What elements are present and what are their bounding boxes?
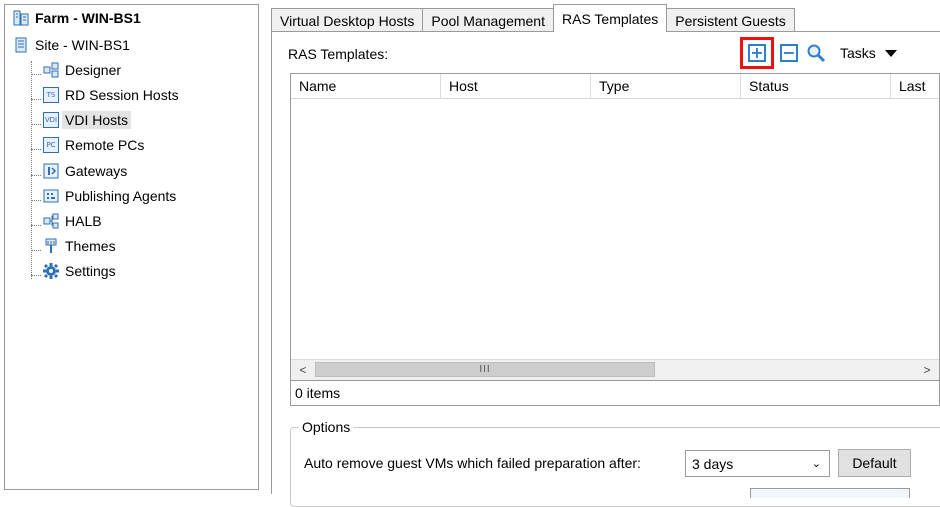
tree-item-label: Farm - WIN-BS1 [35,10,141,26]
chevron-down-icon [884,49,897,57]
vdi-icon: VDI [43,112,59,128]
tab-strip: Virtual Desktop Hosts Pool Management RA… [271,4,795,32]
themes-icon [43,238,59,254]
options-title: Options [299,419,354,435]
search-icon[interactable] [806,43,826,63]
partial-button[interactable] [750,488,910,498]
site-icon [13,37,29,53]
halb-icon [43,213,59,229]
publishing-agent-icon [43,188,59,204]
tree-item-label: Settings [65,263,116,279]
add-icon[interactable]: + [748,44,766,62]
tree-item-designer[interactable]: Designer [43,59,121,81]
scroll-right-icon[interactable]: > [916,362,938,378]
column-header-type[interactable]: Type [591,74,741,98]
tree-item-label: Designer [65,62,122,78]
toolbar: + − Tasks [740,37,897,69]
column-header-host[interactable]: Host [441,74,591,98]
tree-item-label: Publishing Agents [65,188,177,204]
remove-icon[interactable]: − [780,44,798,62]
list-header: Name Host Type Status Last [291,74,939,99]
tree-connector [31,99,41,100]
tab-persistent-guests[interactable]: Persistent Guests [666,8,795,32]
tree-item-rd-session-hosts[interactable]: TS RD Session Hosts [43,84,179,106]
column-header-status[interactable]: Status [741,74,891,98]
item-count: 0 items [290,381,940,406]
gear-icon [43,263,59,279]
templates-list[interactable]: Name Host Type Status Last < III > [290,73,940,381]
tab-ras-templates[interactable]: RAS Templates [553,4,668,32]
tree-item-label: Site - WIN-BS1 [35,37,130,53]
tree-item-site[interactable]: Site - WIN-BS1 [13,34,130,56]
ts-icon: TS [43,87,59,103]
tree-connector [31,250,41,251]
tree-item-label: Remote PCs [65,137,145,153]
tab-pool-management[interactable]: Pool Management [422,8,554,32]
farm-icon [13,10,29,26]
tree-item-label: RD Session Hosts [65,87,179,103]
default-button[interactable]: Default [838,449,911,477]
gateway-icon [43,163,59,179]
column-header-name[interactable]: Name [291,74,441,98]
tree-item-label: Gateways [65,163,128,179]
auto-remove-select[interactable]: 3 days ⌄ [685,450,830,477]
tree-connector [31,61,32,279]
tree-item-settings[interactable]: Settings [43,260,116,282]
scroll-thumb[interactable]: III [315,362,655,377]
tree-item-vdi-hosts[interactable]: VDI VDI Hosts [43,109,132,131]
tree-item-farm[interactable]: Farm - WIN-BS1 [13,7,141,29]
tab-virtual-desktop-hosts[interactable]: Virtual Desktop Hosts [271,8,424,32]
column-header-last[interactable]: Last [891,74,939,98]
pc-icon: PC [43,137,59,153]
scroll-left-icon[interactable]: < [292,362,314,378]
tree-connector [31,149,41,150]
tree-item-themes[interactable]: Themes [43,235,116,257]
designer-icon [43,62,59,78]
tree-item-label: HALB [65,213,102,229]
tree-connector [31,175,41,176]
tree-item-label: Themes [65,238,116,254]
tree-item-label: VDI Hosts [62,111,132,129]
tree-connector [31,200,41,201]
tree-item-halb[interactable]: HALB [43,210,102,232]
tree-connector [31,225,41,226]
tree-connector [31,124,41,125]
tree-connector [31,74,41,75]
horizontal-scrollbar[interactable]: < III > [291,359,939,380]
selected-value: 3 days [692,455,734,472]
navigation-tree: Farm - WIN-BS1 Site - WIN-BS1 Designer T… [4,4,259,490]
tree-item-gateways[interactable]: Gateways [43,160,127,182]
tasks-label: Tasks [840,45,876,61]
tasks-menu[interactable]: Tasks [840,45,897,61]
add-highlight: + [740,37,774,69]
panel-title: RAS Templates: [288,46,389,62]
auto-remove-label: Auto remove guest VMs which failed prepa… [304,455,641,471]
tree-connector [31,275,41,276]
tree-item-remote-pcs[interactable]: PC Remote PCs [43,134,144,156]
tree-item-publishing-agents[interactable]: Publishing Agents [43,185,176,207]
chevron-down-icon: ⌄ [811,457,821,470]
